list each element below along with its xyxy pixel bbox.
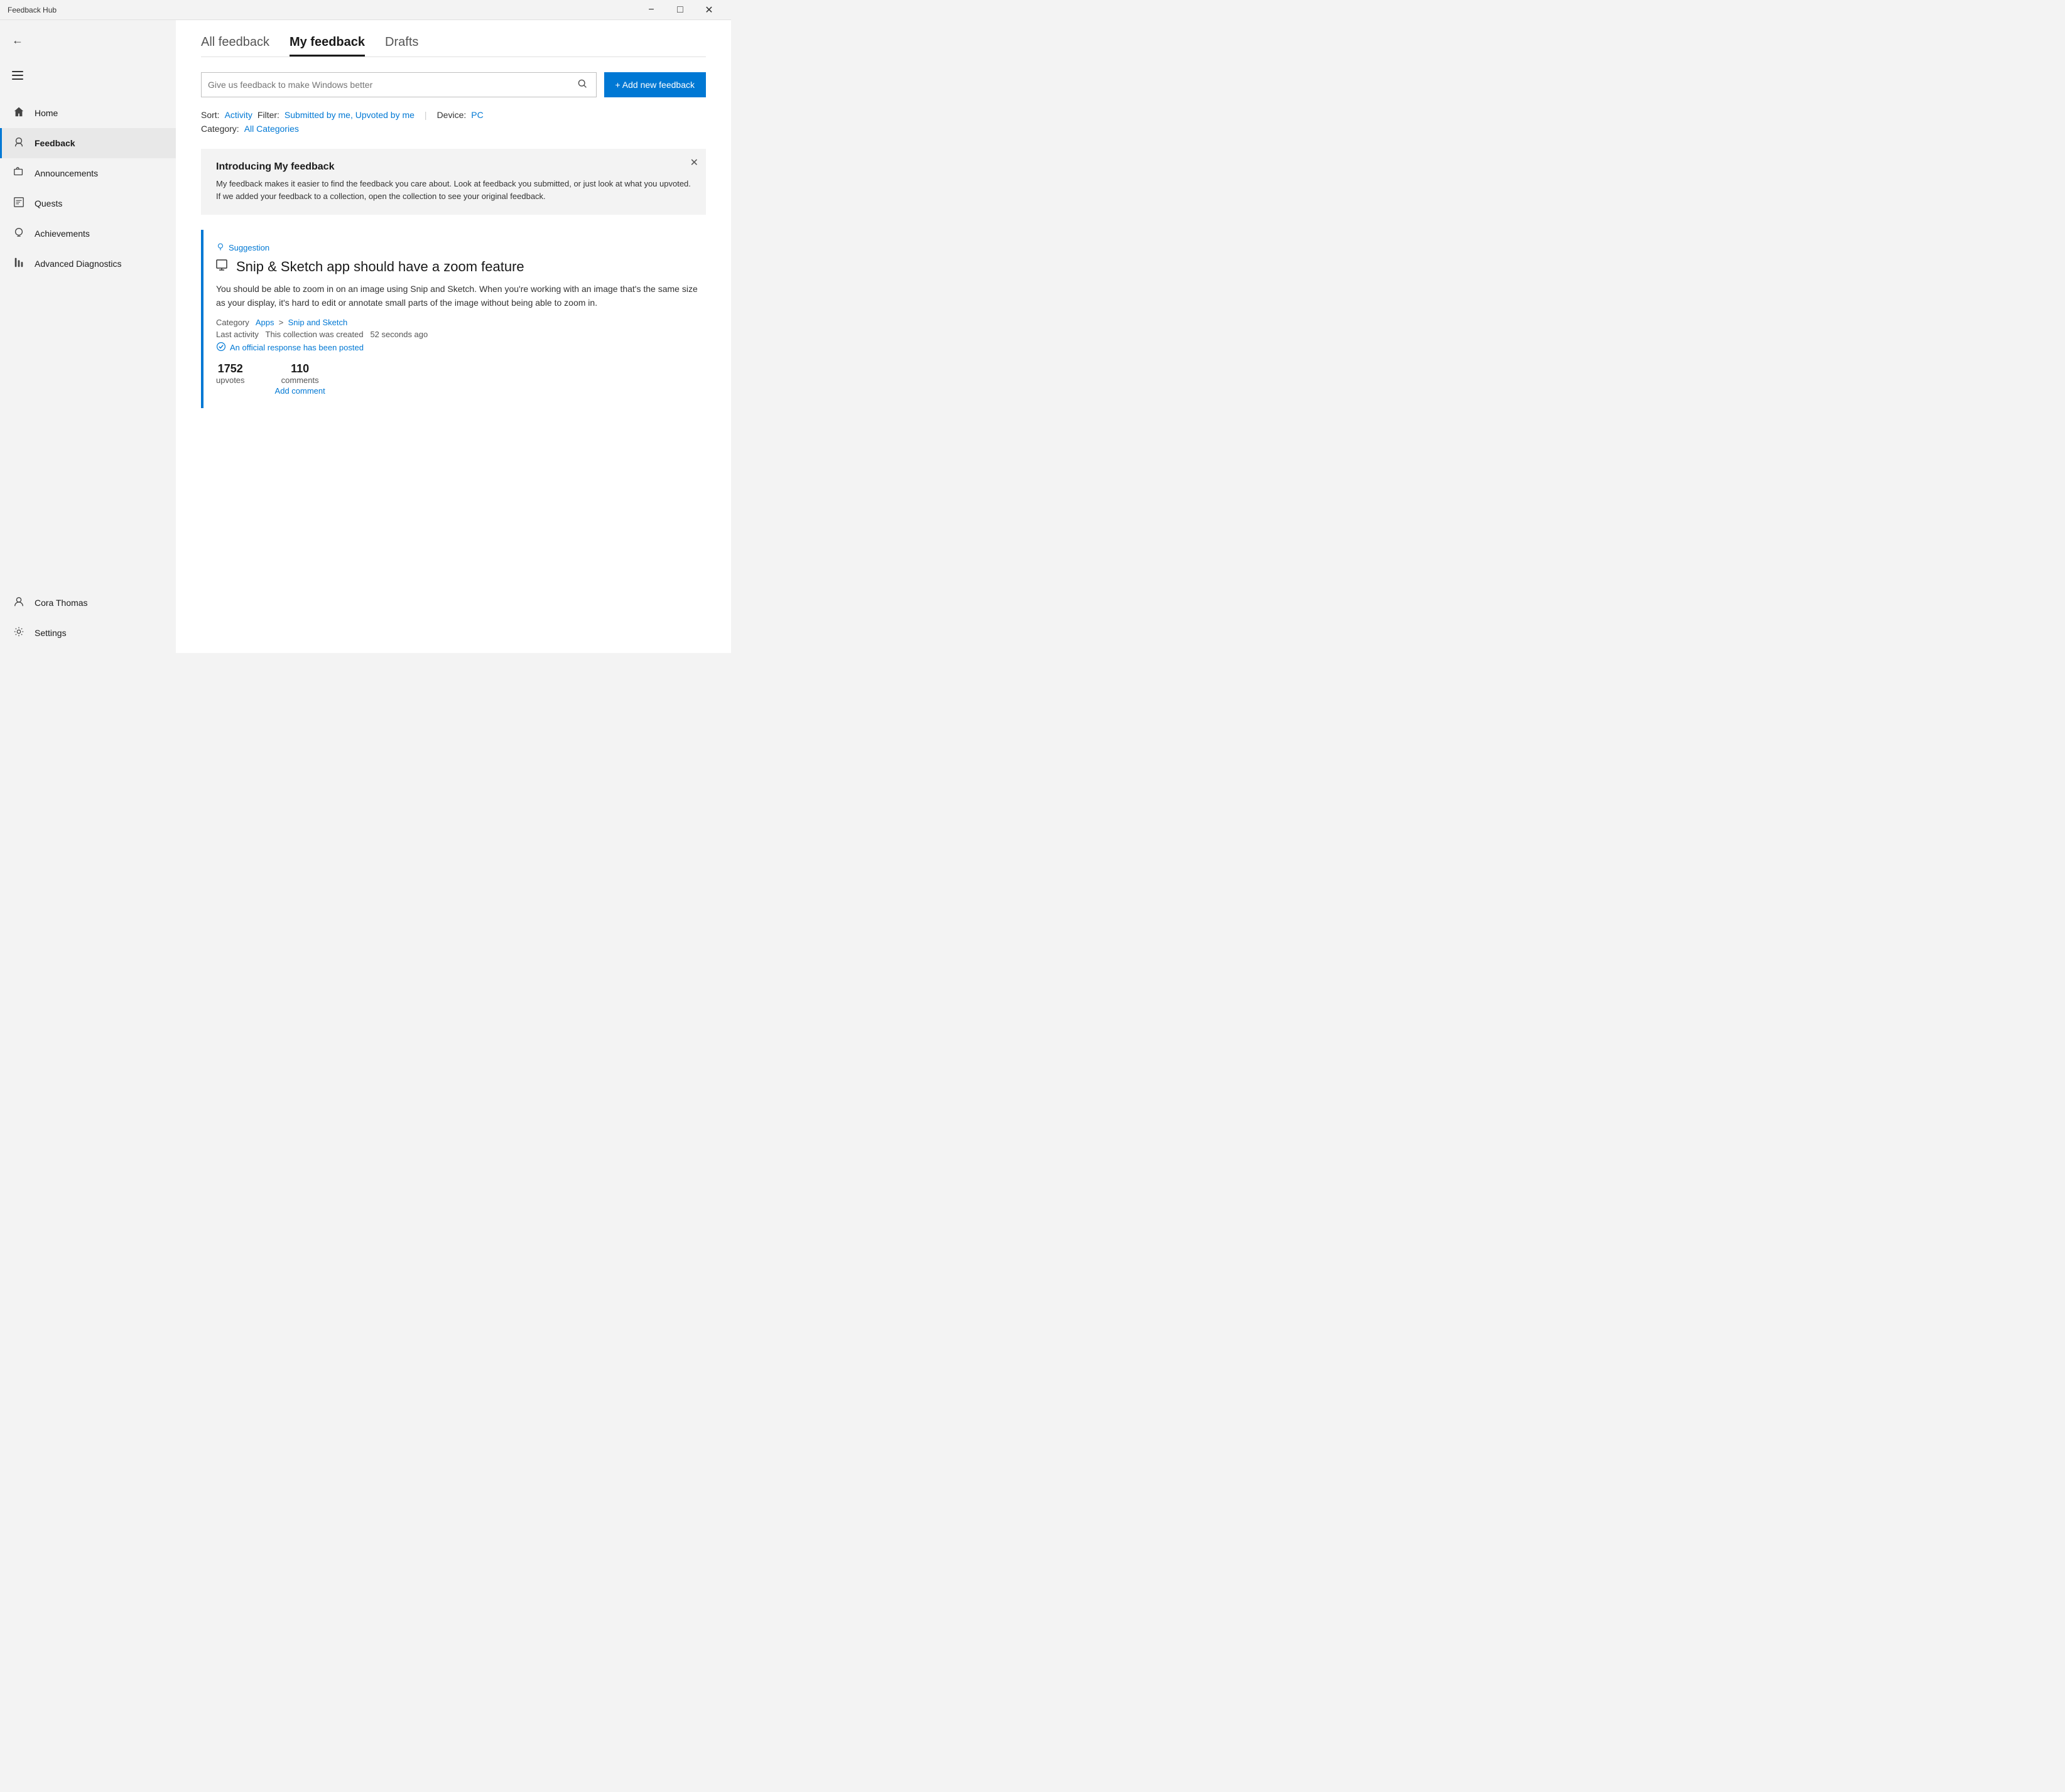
sidebar: ← Home Feedback: [0, 20, 176, 653]
category-sub-link[interactable]: Snip and Sketch: [288, 318, 348, 327]
suggestion-icon: [216, 242, 225, 253]
sidebar-item-feedback[interactable]: Feedback: [0, 128, 176, 158]
upvotes-stat: 1752 upvotes: [216, 362, 245, 385]
upvotes-label: upvotes: [216, 375, 245, 385]
feedback-title: Snip & Sketch app should have a zoom fea…: [216, 258, 706, 276]
user-avatar-icon: [12, 596, 26, 610]
filter-divider: |: [425, 110, 427, 120]
sidebar-item-home-label: Home: [35, 108, 58, 118]
maximize-button[interactable]: □: [666, 0, 695, 20]
upvotes-count: 1752: [218, 362, 243, 375]
sidebar-spacer: [0, 279, 176, 588]
feedback-icon: [12, 136, 26, 151]
achievements-icon: [12, 227, 26, 241]
sidebar-item-advanced-diagnostics[interactable]: Advanced Diagnostics: [0, 249, 176, 279]
official-response[interactable]: An official response has been posted: [216, 342, 706, 354]
sidebar-item-quests-label: Quests: [35, 198, 62, 208]
sidebar-item-achievements-label: Achievements: [35, 229, 90, 239]
search-input[interactable]: [208, 80, 575, 90]
feedback-stats: 1752 upvotes 110 comments Add comment: [216, 362, 706, 396]
intro-banner-close-button[interactable]: ✕: [690, 156, 698, 169]
comments-stat: 110 comments Add comment: [275, 362, 325, 396]
last-activity-label: Last activity: [216, 330, 259, 339]
filter-label: Filter:: [257, 110, 279, 120]
search-box: [201, 72, 597, 97]
settings-label: Settings: [35, 628, 67, 638]
back-button[interactable]: ←: [5, 28, 30, 53]
intro-banner-title: Introducing My feedback: [216, 161, 691, 173]
add-comment-link[interactable]: Add comment: [275, 386, 325, 396]
intro-banner: Introducing My feedback My feedback make…: [201, 149, 706, 215]
response-check-icon: [216, 342, 226, 354]
comments-count: 110: [291, 362, 309, 375]
minimize-button[interactable]: −: [637, 0, 666, 20]
category-separator: >: [279, 318, 284, 327]
last-activity-time: 52 seconds ago: [370, 330, 428, 339]
device-value[interactable]: PC: [471, 110, 483, 120]
feedback-tag-label: Suggestion: [229, 243, 269, 252]
user-name-label: Cora Thomas: [35, 598, 88, 608]
sort-label: Sort:: [201, 110, 220, 120]
sidebar-bottom: Cora Thomas Settings: [0, 588, 176, 653]
search-button[interactable]: [575, 78, 590, 92]
feedback-last-activity: Last activity This collection was create…: [216, 330, 706, 339]
sidebar-item-achievements[interactable]: Achievements: [0, 219, 176, 249]
category-label: Category:: [201, 124, 239, 134]
feedback-category: Category Apps > Snip and Sketch: [216, 318, 706, 327]
hamburger-button[interactable]: [5, 63, 30, 88]
sidebar-item-settings[interactable]: Settings: [0, 618, 176, 648]
comments-label: comments: [281, 375, 319, 385]
settings-icon: [12, 626, 26, 640]
app-body: ← Home Feedback: [0, 20, 731, 653]
feedback-app-icon: [216, 258, 230, 276]
category-row: Category: All Categories: [201, 124, 706, 134]
hamburger-line-3: [12, 78, 23, 80]
tab-my-feedback[interactable]: My feedback: [290, 35, 365, 57]
titlebar: Feedback Hub − □ ✕: [0, 0, 731, 20]
tab-all-feedback[interactable]: All feedback: [201, 35, 269, 57]
hamburger-line-2: [12, 75, 23, 76]
quests-icon: [12, 197, 26, 211]
official-response-label: An official response has been posted: [230, 343, 364, 352]
announcements-icon: [12, 166, 26, 181]
device-label: Device:: [437, 110, 467, 120]
filter-value[interactable]: Submitted by me, Upvoted by me: [285, 110, 415, 120]
sidebar-item-feedback-label: Feedback: [35, 138, 75, 148]
last-activity-value: This collection was created: [266, 330, 364, 339]
sort-value[interactable]: Activity: [225, 110, 252, 120]
titlebar-title: Feedback Hub: [8, 6, 637, 14]
sidebar-item-announcements[interactable]: Announcements: [0, 158, 176, 188]
add-feedback-button[interactable]: + Add new feedback: [604, 72, 707, 97]
feedback-title-text[interactable]: Snip & Sketch app should have a zoom fea…: [236, 259, 524, 275]
hamburger-line-1: [12, 71, 23, 72]
home-icon: [12, 106, 26, 121]
search-row: + Add new feedback: [201, 72, 706, 97]
feedback-tag: Suggestion: [216, 242, 706, 253]
sidebar-item-announcements-label: Announcements: [35, 168, 98, 178]
titlebar-controls: − □ ✕: [637, 0, 724, 20]
feedback-description: You should be able to zoom in on an imag…: [216, 282, 706, 310]
filter-row: Sort: Activity Filter: Submitted by me, …: [201, 110, 706, 120]
advanced-diagnostics-icon: [12, 257, 26, 271]
sidebar-item-advanced-diagnostics-label: Advanced Diagnostics: [35, 259, 122, 269]
category-value[interactable]: All Categories: [244, 124, 299, 134]
sidebar-item-user[interactable]: Cora Thomas: [0, 588, 176, 618]
feedback-card: Suggestion Snip & Sketch app should have…: [201, 230, 706, 408]
close-button[interactable]: ✕: [695, 0, 724, 20]
intro-banner-text: My feedback makes it easier to find the …: [216, 178, 691, 202]
tabs: All feedback My feedback Drafts: [201, 35, 706, 57]
category-meta-label: Category: [216, 318, 249, 327]
tab-drafts[interactable]: Drafts: [385, 35, 418, 57]
sidebar-item-home[interactable]: Home: [0, 98, 176, 128]
main-content: All feedback My feedback Drafts + Add ne…: [176, 20, 731, 653]
category-app-link[interactable]: Apps: [256, 318, 274, 327]
sidebar-item-quests[interactable]: Quests: [0, 188, 176, 219]
